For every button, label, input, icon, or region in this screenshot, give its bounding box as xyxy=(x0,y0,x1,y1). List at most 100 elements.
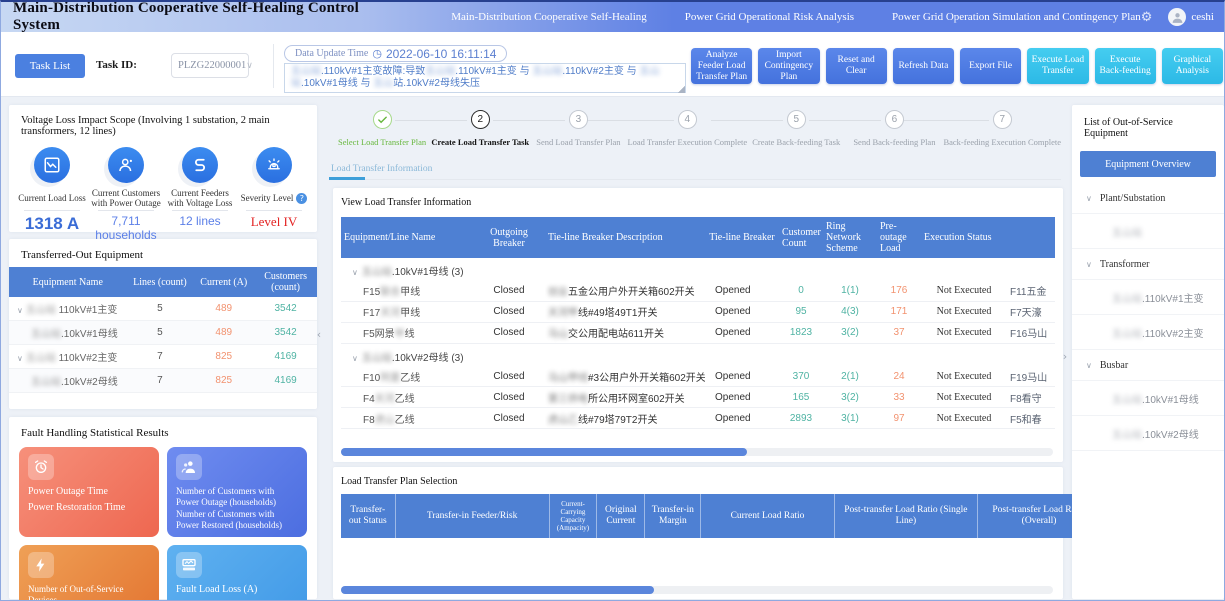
lines-cell: 5 xyxy=(127,297,194,321)
toolbar-button-import-contingency-plan[interactable]: Import Contingency Plan xyxy=(758,48,819,84)
collapse-left-handle[interactable]: ‹ xyxy=(313,317,325,351)
tab-load-transfer-information[interactable]: Load Transfer Information xyxy=(329,161,434,179)
metric-2: Current Feeders with Voltage Loss12 line… xyxy=(163,147,237,242)
chevron-down-icon: ∨ xyxy=(246,61,253,71)
step-1[interactable]: Select Load Transfer Plan xyxy=(333,110,431,147)
step-3[interactable]: 3Send Load Transfer Plan xyxy=(529,110,627,147)
tree-group-plant-substation[interactable]: ∨Plant/Substation xyxy=(1072,183,1224,214)
ring-scheme-cell: 4(3) xyxy=(823,301,877,322)
table-row[interactable]: F15联合甲线Closed创业五金公用户外开关箱602开关Opened01(1)… xyxy=(341,281,1055,302)
chevron-down-icon[interactable]: ∨ xyxy=(17,306,23,315)
tree-item[interactable]: 五山站.110kV#1主变 xyxy=(1072,280,1224,315)
view-table-scroll-thumb[interactable] xyxy=(341,448,747,456)
next-column-cell: F11五金 xyxy=(1007,281,1055,302)
step-circle: 3 xyxy=(569,110,588,129)
table-row[interactable]: F10阿夏乙线Closed马山甲线#3公用户外开关箱602开关Opened370… xyxy=(341,366,1055,387)
task-id-select[interactable]: PLZG22000001 ∨ xyxy=(171,53,249,78)
pre-outage-load-cell: 97 xyxy=(877,408,921,429)
tree-item[interactable]: 五山站 xyxy=(1072,214,1224,249)
plan-col-header: Transfer-in Feeder/Risk xyxy=(395,494,549,538)
nav-item-2[interactable]: Power Grid Operation Simulation and Cont… xyxy=(892,11,1141,23)
toolbar-button-reset-and-clear[interactable]: Reset and Clear xyxy=(826,48,887,84)
user-menu[interactable]: ceshi xyxy=(1168,8,1214,26)
metric-value-3: Level IV xyxy=(237,214,311,230)
step-label: Select Load Transfer Plan xyxy=(333,137,431,147)
toolbar-button-export-file[interactable]: Export File xyxy=(960,48,1021,84)
toolbar-button-graphical-analysis[interactable]: Graphical Analysis xyxy=(1162,48,1223,84)
table-row[interactable]: F17天河甲线Closed天河甲线#49塔49T1开关Opened954(3)1… xyxy=(341,301,1055,322)
group-row[interactable]: ∨五山站.10kV#1母线 (3) xyxy=(341,258,1055,281)
equipment-overview-button[interactable]: Equipment Overview xyxy=(1080,151,1216,177)
chevron-down-icon[interactable]: ∨ xyxy=(17,354,23,363)
next-column-cell: F7天濠 xyxy=(1007,301,1055,322)
plan-col-header: Current-Carrying Capacity (Ampacity) xyxy=(549,494,597,538)
customers-cell: 3542 xyxy=(254,297,317,321)
fault-description-textarea[interactable]: 五山站.110kV#1主变故障:导致五山站.110kV#1主变 与 五山站.11… xyxy=(284,63,686,93)
fault-stat-line: Number of Customers with Power Outage (h… xyxy=(176,486,298,507)
feeder-name-cell: F5网景甲线 xyxy=(341,322,473,343)
help-icon[interactable]: ? xyxy=(296,193,307,204)
step-label: Send Back-feeding Plan xyxy=(845,137,943,147)
table-row[interactable]: 五山站.10kV#2母线78254169 xyxy=(9,369,317,393)
step-7[interactable]: 7Back-feeding Execution Complete xyxy=(943,110,1061,147)
toolbar-button-analyze-feeder-load-transfer-plan[interactable]: Analyze Feeder Load Transfer Plan xyxy=(691,48,752,84)
table-row[interactable]: ∨五山站 110kV#2主变78254169 xyxy=(9,345,317,369)
chevron-down-icon: ∨ xyxy=(1086,361,1092,370)
plan-table-scrollbar[interactable] xyxy=(341,586,1053,594)
load-transfer-col-header: Tie-line Breaker xyxy=(705,217,779,258)
metric-value-1: 7,711 households xyxy=(89,214,163,242)
tie-line-breaker-cell: Opened xyxy=(705,387,779,408)
next-column-cell: F16马山 xyxy=(1007,322,1055,343)
tree-item[interactable]: 五山站.10kV#2母线 xyxy=(1072,416,1224,451)
tie-line-breaker-cell: Opened xyxy=(705,281,779,302)
step-5[interactable]: 5Create Back-feeding Task xyxy=(747,110,845,147)
execution-status-cell: Not Executed xyxy=(921,408,1007,429)
task-toolbar: Task List Task ID: PLZG22000001 ∨ Data U… xyxy=(1,32,1224,97)
table-row[interactable]: F8虎山乙线Closed虎山乙线#79塔79T2开关Opened28933(1)… xyxy=(341,408,1055,429)
chevron-down-icon[interactable]: ∨ xyxy=(352,268,358,277)
feeder-name-cell: F10阿夏乙线 xyxy=(341,366,473,387)
tree-item[interactable]: 五山站.10kV#1母线 xyxy=(1072,381,1224,416)
load-transfer-col-header: Equipment/Line Name xyxy=(341,217,473,258)
severity-icon xyxy=(256,147,292,183)
table-row[interactable]: F5网景甲线Closed马山交公用配电站611开关Opened18233(2)3… xyxy=(341,322,1055,343)
view-table-scrollbar[interactable] xyxy=(341,448,1053,456)
collapse-right-handle[interactable]: › xyxy=(1059,339,1071,373)
toolbar-button-execute-load-transfer[interactable]: Execute Load Transfer xyxy=(1027,48,1088,84)
chevron-down-icon[interactable]: ∨ xyxy=(352,354,358,363)
tree-item[interactable]: 五山站.110kV#2主变 xyxy=(1072,315,1224,350)
lightning-icon xyxy=(28,552,54,578)
task-list-button[interactable]: Task List xyxy=(15,54,85,78)
plan-table-scroll-thumb[interactable] xyxy=(341,586,654,594)
metric-label-0: Current Load Loss xyxy=(15,188,89,208)
tree-group-transformer[interactable]: ∨Transformer xyxy=(1072,249,1224,280)
pre-outage-load-cell: 24 xyxy=(877,366,921,387)
feeder-name-cell: F8虎山乙线 xyxy=(341,408,473,429)
toolbar-button-execute-back-feeding[interactable]: Execute Back-feeding xyxy=(1095,48,1156,84)
customer-count-cell: 95 xyxy=(779,301,823,322)
textarea-resize-handle[interactable] xyxy=(678,86,685,93)
table-row[interactable]: 五山站.10kV#1母线54893542 xyxy=(9,321,317,345)
nav-item-0[interactable]: Main-Distribution Cooperative Self-Heali… xyxy=(451,11,647,23)
tie-line-desc-cell: 天河甲线#49塔49T1开关 xyxy=(545,301,705,322)
table-row[interactable]: F4天河乙线Closed第三供电所公用环网室602开关Opened1653(2)… xyxy=(341,387,1055,408)
toolbar-button-refresh-data[interactable]: Refresh Data xyxy=(893,48,954,84)
step-2[interactable]: 2Create Load Transfer Task xyxy=(431,110,529,147)
transferred-out-col-header: Customers (count) xyxy=(254,267,317,297)
table-row[interactable]: ∨五山站 110kV#1主变54893542 xyxy=(9,297,317,321)
tree-group-busbar[interactable]: ∨Busbar xyxy=(1072,350,1224,381)
step-4[interactable]: 4Load Transfer Execution Complete xyxy=(627,110,747,147)
step-6[interactable]: 6Send Back-feeding Plan xyxy=(845,110,943,147)
load-transfer-col-header: Execution Status xyxy=(921,217,1007,258)
gear-icon[interactable]: ⚙ xyxy=(1141,10,1153,25)
view-table-title: View Load Transfer Information xyxy=(333,188,1063,213)
next-column-cell: F8看守 xyxy=(1007,387,1055,408)
group-row[interactable]: ∨五山站.10kV#2母线 (3) xyxy=(341,343,1055,366)
nav-item-1[interactable]: Power Grid Operational Risk Analysis xyxy=(685,11,854,23)
task-id-value: PLZG22000001 xyxy=(178,60,246,71)
transferred-out-col-header: Current (A) xyxy=(193,267,254,297)
toolbar-divider xyxy=(273,44,274,88)
main-nav: Main-Distribution Cooperative Self-Heali… xyxy=(451,11,1140,23)
transferred-out-panel: Transferred-Out Equipment Equipment Name… xyxy=(9,239,317,409)
transferred-out-col-header: Equipment Name xyxy=(9,267,127,297)
